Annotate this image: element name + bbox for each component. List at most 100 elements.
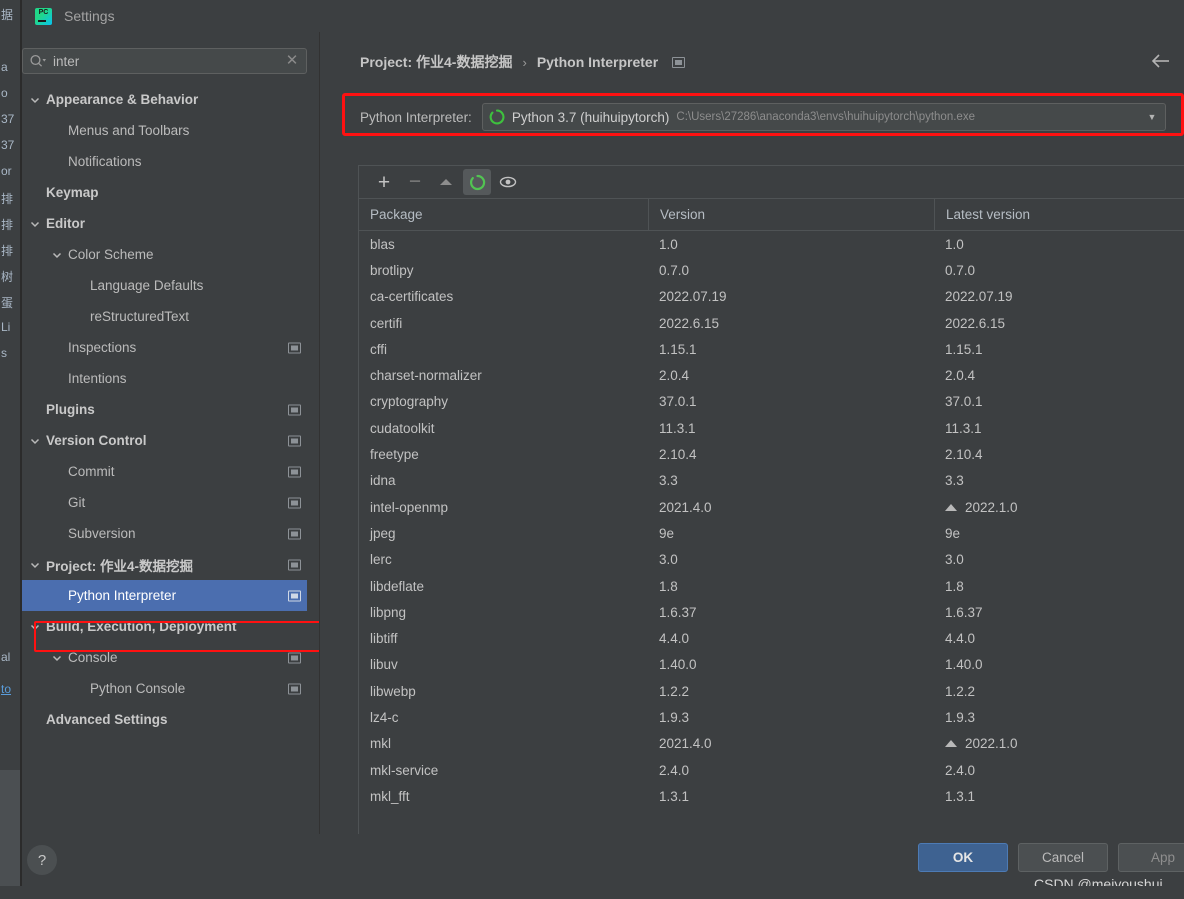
sidebar-item-notifications[interactable]: Notifications	[22, 146, 307, 177]
eye-icon[interactable]	[494, 169, 522, 195]
sidebar-item-menus-and-toolbars[interactable]: Menus and Toolbars	[22, 115, 307, 146]
chevron-down-icon[interactable]	[50, 651, 64, 665]
cell-latest-version: 0.7.0	[945, 262, 976, 278]
chevron-down-icon[interactable]	[28, 93, 42, 107]
interpreter-dropdown[interactable]: Python 3.7 (huihuipytorch) C:\Users\2728…	[481, 103, 1166, 131]
settings-link-icon[interactable]	[288, 528, 301, 539]
table-row[interactable]: brotlipy 0.7.0 0.7.0	[359, 257, 1184, 283]
plus-icon[interactable]: +	[370, 169, 398, 195]
table-row[interactable]: certifi 2022.6.15 2022.6.15	[359, 310, 1184, 336]
breadcrumb-root[interactable]: Project: 作业4-数据挖掘	[360, 52, 512, 72]
table-row[interactable]: mkl_fft 1.3.1 1.3.1	[359, 783, 1184, 809]
sidebar-item-intentions[interactable]: Intentions	[22, 363, 307, 394]
table-row[interactable]: lerc 3.0 3.0	[359, 547, 1184, 573]
table-row[interactable]: mkl-service 2.4.0 2.4.0	[359, 757, 1184, 783]
table-row[interactable]: blas 1.0 1.0	[359, 231, 1184, 257]
sidebar-item-editor[interactable]: Editor	[22, 208, 307, 239]
table-row[interactable]: ca-certificates 2022.07.19 2022.07.19	[359, 284, 1184, 310]
close-icon[interactable]: ✕	[284, 53, 300, 69]
table-row[interactable]: lz4-c 1.9.3 1.9.3	[359, 704, 1184, 730]
background-text-fragment: o	[1, 86, 8, 100]
column-header-latest-version[interactable]: Latest version	[934, 199, 1184, 230]
cell-package: idna	[370, 473, 396, 489]
back-arrow-icon[interactable]	[1150, 50, 1172, 72]
sidebar-item-language-defaults[interactable]: Language Defaults	[22, 270, 307, 301]
apply-button[interactable]: App	[1118, 843, 1184, 872]
chevron-down-icon[interactable]	[28, 558, 42, 572]
sidebar-item-keymap[interactable]: Keymap	[22, 177, 307, 208]
table-row[interactable]: libtiff 4.4.0 4.4.0	[359, 625, 1184, 651]
cell-latest-version: 3.0	[945, 552, 964, 568]
sidebar-item-python-interpreter[interactable]: Python Interpreter	[22, 580, 307, 611]
sidebar-item-label: Language Defaults	[90, 278, 204, 293]
table-row[interactable]: freetype 2.10.4 2.10.4	[359, 441, 1184, 467]
upgrade-arrow-icon[interactable]	[432, 169, 460, 195]
sidebar-item-advanced-settings[interactable]: Advanced Settings	[22, 704, 307, 735]
column-header-package[interactable]: Package	[359, 199, 648, 230]
cell-version: 1.3.1	[659, 788, 690, 804]
interpreter-label: Python Interpreter:	[360, 109, 472, 125]
chevron-down-icon[interactable]: ▼	[1143, 112, 1161, 122]
search-input[interactable]	[47, 53, 284, 69]
sidebar-item-project-4[interactable]: Project: 作业4-数据挖掘	[22, 549, 307, 580]
cell-package: lz4-c	[370, 709, 399, 725]
table-row[interactable]: intel-openmp 2021.4.0 2022.1.0	[359, 494, 1184, 520]
interpreter-path: C:\Users\27286\anaconda3\envs\huihuipyto…	[676, 111, 975, 123]
cell-package: cryptography	[370, 394, 449, 410]
settings-link-icon[interactable]	[288, 404, 301, 415]
search-box[interactable]: ✕	[22, 48, 307, 74]
settings-link-icon[interactable]	[288, 652, 301, 663]
table-row[interactable]: charset-normalizer 2.0.4 2.0.4	[359, 362, 1184, 388]
minus-icon[interactable]: −	[401, 169, 429, 195]
chevron-down-icon[interactable]	[28, 620, 42, 634]
upgrade-available-icon	[945, 740, 957, 748]
table-row[interactable]: idna 3.3 3.3	[359, 468, 1184, 494]
cell-package: certifi	[370, 315, 403, 331]
settings-link-icon[interactable]	[288, 342, 301, 353]
cell-latest-version: 2.10.4	[945, 447, 983, 463]
table-row[interactable]: jpeg 9e 9e	[359, 520, 1184, 546]
settings-link-icon[interactable]	[288, 466, 301, 477]
chevron-down-icon[interactable]	[50, 248, 64, 262]
conda-icon[interactable]	[463, 169, 491, 195]
help-button[interactable]: ?	[27, 845, 57, 875]
cancel-button[interactable]: Cancel	[1018, 843, 1108, 872]
chevron-down-icon[interactable]	[28, 434, 42, 448]
background-text-fragment: 37	[1, 112, 15, 126]
cell-latest-version: 2022.6.15	[945, 315, 1006, 331]
table-row[interactable]: mkl 2021.4.0 2022.1.0	[359, 731, 1184, 757]
settings-link-icon[interactable]	[672, 56, 686, 68]
sidebar-item-appearance-behavior[interactable]: Appearance & Behavior	[22, 84, 307, 115]
sidebar-item-git[interactable]: Git	[22, 487, 307, 518]
cell-latest-version: 2022.1.0	[934, 736, 1184, 751]
table-row[interactable]: cffi 1.15.1 1.15.1	[359, 336, 1184, 362]
sidebar-item-color-scheme[interactable]: Color Scheme	[22, 239, 307, 270]
sidebar-item-subversion[interactable]: Subversion	[22, 518, 307, 549]
settings-link-icon[interactable]	[288, 435, 301, 446]
sidebar-item-commit[interactable]: Commit	[22, 456, 307, 487]
sidebar-item-version-control[interactable]: Version Control	[22, 425, 307, 456]
desktop-background-strip	[0, 886, 1184, 899]
table-row[interactable]: cudatoolkit 11.3.1 11.3.1	[359, 415, 1184, 441]
table-row[interactable]: cryptography 37.0.1 37.0.1	[359, 389, 1184, 415]
sidebar-item-console[interactable]: Console	[22, 642, 307, 673]
sidebar-item-label: Keymap	[46, 185, 99, 200]
sidebar-item-inspections[interactable]: Inspections	[22, 332, 307, 363]
table-row[interactable]: libuv 1.40.0 1.40.0	[359, 652, 1184, 678]
sidebar-item-python-console[interactable]: Python Console	[22, 673, 307, 704]
settings-link-icon[interactable]	[288, 683, 301, 694]
column-header-version[interactable]: Version	[648, 199, 934, 230]
settings-link-icon[interactable]	[288, 590, 301, 601]
settings-link-icon[interactable]	[288, 497, 301, 508]
sidebar-item-build-execution-deployment[interactable]: Build, Execution, Deployment	[22, 611, 307, 642]
table-row[interactable]: libpng 1.6.37 1.6.37	[359, 599, 1184, 625]
sidebar-item-label: Editor	[46, 216, 85, 231]
sidebar-item-plugins[interactable]: Plugins	[22, 394, 307, 425]
table-row[interactable]: libwebp 1.2.2 1.2.2	[359, 678, 1184, 704]
ok-button[interactable]: OK	[918, 843, 1008, 872]
sidebar-item-restructuredtext[interactable]: reStructuredText	[22, 301, 307, 332]
chevron-down-icon[interactable]	[28, 217, 42, 231]
table-row[interactable]: libdeflate 1.8 1.8	[359, 573, 1184, 599]
settings-link-icon[interactable]	[288, 559, 301, 570]
cell-package: blas	[370, 236, 395, 252]
